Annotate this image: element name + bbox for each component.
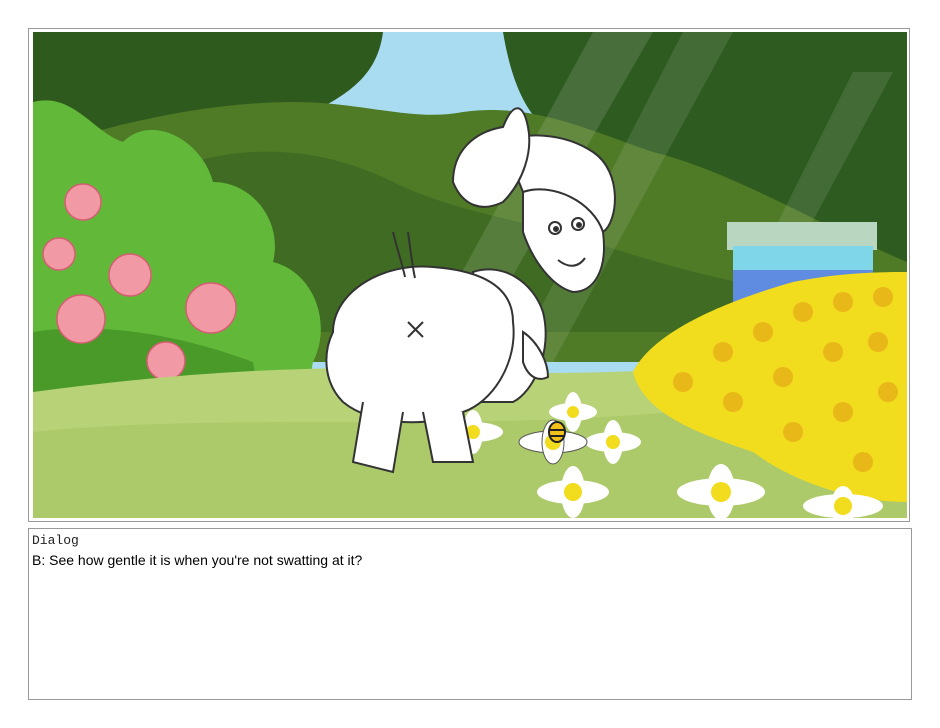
rose xyxy=(42,237,76,271)
dialog-text: B: See how gentle it is when you're not … xyxy=(32,552,363,568)
rose xyxy=(185,282,237,334)
dialog-panel: Dialog B: See how gentle it is when you'… xyxy=(28,528,912,700)
hive-box xyxy=(733,246,873,274)
rose xyxy=(64,183,102,221)
dialog-label: Dialog xyxy=(32,533,79,548)
rose xyxy=(108,253,152,297)
rose xyxy=(146,341,186,381)
storyboard-frame xyxy=(28,28,910,522)
rose xyxy=(56,294,106,344)
creature xyxy=(325,265,515,424)
panel-illustration xyxy=(33,32,907,518)
bee-icon xyxy=(548,421,566,443)
hive-box xyxy=(727,222,877,250)
